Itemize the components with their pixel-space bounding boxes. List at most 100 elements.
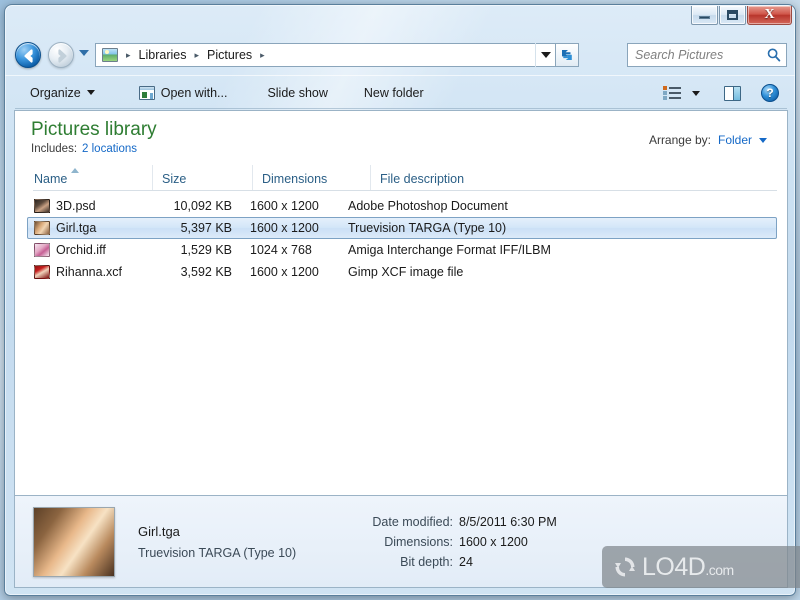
search-input[interactable]: Search Pictures: [635, 48, 766, 62]
file-size: 5,397 KB: [180, 221, 232, 235]
column-header-dimensions[interactable]: Dimensions: [253, 165, 371, 190]
file-description: Adobe Photoshop Document: [348, 199, 508, 213]
search-icon[interactable]: [766, 47, 782, 63]
maximize-button[interactable]: [719, 6, 746, 25]
file-list: 3D.psd 10,092 KB 1600 x 1200 Adobe Photo…: [27, 195, 777, 283]
details-date-modified-value: 8/5/2011 6:30 PM: [459, 514, 557, 529]
file-name: Rihanna.xcf: [56, 265, 123, 279]
chevron-down-icon: [540, 52, 551, 58]
file-description: Truevision TARGA (Type 10): [348, 221, 507, 235]
column-header-file-description-label: File description: [380, 172, 465, 186]
breadcrumb-separator[interactable]: ▸: [255, 50, 270, 60]
breadcrumb-separator: ▸: [126, 49, 131, 60]
close-button[interactable]: X: [747, 6, 792, 25]
refresh-icon: [562, 50, 572, 60]
file-name-cell: 3D.psd: [34, 199, 154, 213]
back-button[interactable]: [15, 42, 41, 68]
column-header-size[interactable]: Size: [153, 165, 253, 190]
details-primary-info: Girl.tga Truevision TARGA (Type 10): [138, 524, 333, 560]
library-header: Pictures library Includes: 2 locations A…: [15, 111, 787, 165]
pictures-library-icon: [102, 48, 118, 62]
command-bar-right-group: ?: [659, 81, 783, 105]
table-row[interactable]: 3D.psd 10,092 KB 1600 x 1200 Adobe Photo…: [27, 195, 777, 217]
slide-show-button[interactable]: Slide show: [258, 81, 336, 105]
details-bit-depth-value: 24: [459, 554, 473, 569]
file-dimensions: 1024 x 768: [250, 243, 312, 257]
maximize-icon: [727, 10, 738, 20]
arrange-by-value[interactable]: Folder: [718, 133, 752, 147]
file-description: Amiga Interchange Format IFF/ILBM: [348, 243, 551, 257]
details-dimensions-row: Dimensions: 1600 x 1200: [341, 535, 557, 549]
new-folder-button[interactable]: New folder: [355, 81, 433, 105]
breadcrumb-separator[interactable]: ▸: [189, 50, 204, 60]
forward-arrow-icon: [58, 49, 67, 63]
details-bit-depth-label: Bit depth:: [400, 554, 453, 569]
details-dimensions-value: 1600 x 1200: [459, 534, 528, 549]
column-header-file-description[interactable]: File description: [371, 165, 777, 190]
file-name-cell: Orchid.iff: [34, 243, 154, 257]
file-size: 3,592 KB: [180, 265, 232, 279]
file-name: Orchid.iff: [56, 243, 106, 257]
preview-thumbnail: [33, 506, 115, 577]
file-thumbnail-icon: [34, 243, 50, 257]
table-row[interactable]: Orchid.iff 1,529 KB 1024 x 768 Amiga Int…: [27, 239, 777, 261]
file-name: 3D.psd: [56, 199, 96, 213]
address-bar[interactable]: ▸ Libraries ▸ Pictures ▸: [95, 43, 555, 67]
preview-pane-button[interactable]: [719, 81, 745, 105]
details-pane: Girl.tga Truevision TARGA (Type 10) Date…: [14, 495, 788, 588]
new-folder-label: New folder: [363, 85, 424, 100]
file-dimensions: 1600 x 1200: [250, 221, 319, 235]
view-mode-button[interactable]: [659, 81, 685, 105]
file-name-cell: Girl.tga: [34, 221, 154, 235]
close-icon: X: [764, 7, 775, 22]
address-dropdown-button[interactable]: [535, 43, 555, 67]
file-dimensions: 1600 x 1200: [250, 265, 319, 279]
minimize-icon: [699, 16, 710, 19]
file-size: 1,529 KB: [180, 243, 232, 257]
help-button[interactable]: ?: [757, 81, 783, 105]
file-name-cell: Rihanna.xcf: [34, 265, 154, 279]
details-file-name: Girl.tga: [138, 523, 180, 539]
refresh-button[interactable]: [555, 43, 579, 67]
file-thumbnail-icon: [34, 199, 50, 213]
details-file-type: Truevision TARGA (Type 10): [138, 545, 297, 560]
view-mode-icon: [663, 86, 681, 100]
file-thumbnail-icon: [34, 265, 50, 279]
column-header-dimensions-label: Dimensions: [262, 172, 328, 186]
table-row[interactable]: Girl.tga 5,397 KB 1600 x 1200 Truevision…: [27, 217, 777, 239]
column-headers: Name Size Dimensions File description: [33, 165, 777, 191]
locations-link[interactable]: 2 locations: [82, 143, 137, 155]
explorer-window: X ▸ Libraries ▸ Pictures ▸ Search Pictur…: [4, 4, 796, 596]
preview-pane-icon: [723, 85, 741, 101]
chevron-down-icon[interactable]: [759, 137, 767, 143]
forward-button[interactable]: [48, 42, 74, 68]
file-dimensions: 1600 x 1200: [250, 199, 319, 213]
recent-pages-dropdown-icon[interactable]: [79, 50, 89, 56]
breadcrumb: ▸ Libraries ▸ Pictures ▸: [100, 47, 535, 63]
chevron-down-icon: [86, 90, 95, 95]
open-with-button[interactable]: Open with...: [130, 81, 237, 105]
organize-button[interactable]: Organize: [21, 81, 104, 105]
command-bar: Organize Open with... Slide show New fol…: [5, 75, 795, 109]
column-header-name-label: Name: [34, 172, 68, 186]
organize-label: Organize: [30, 85, 81, 100]
breadcrumb-item-libraries[interactable]: Libraries: [136, 47, 190, 63]
back-arrow-icon: [24, 49, 33, 63]
details-date-modified-row: Date modified: 8/5/2011 6:30 PM: [341, 514, 557, 529]
view-mode-dropdown-button[interactable]: [687, 81, 705, 105]
search-box[interactable]: Search Pictures: [627, 43, 787, 67]
arrange-by: Arrange by: Folder: [649, 133, 767, 147]
open-with-label: Open with...: [160, 85, 228, 100]
details-date-modified-label: Date modified:: [372, 514, 453, 529]
minimize-button[interactable]: [691, 6, 718, 25]
column-header-name[interactable]: Name: [33, 165, 153, 190]
includes-label: Includes:: [31, 142, 78, 155]
column-header-size-label: Size: [162, 172, 187, 186]
breadcrumb-item-pictures[interactable]: Pictures: [204, 47, 255, 63]
file-size: 10,092 KB: [173, 199, 232, 213]
window-controls: X: [691, 6, 792, 27]
table-row[interactable]: Rihanna.xcf 3,592 KB 1600 x 1200 Gimp XC…: [27, 261, 777, 283]
file-description: Gimp XCF image file: [348, 265, 464, 279]
help-icon: ?: [761, 84, 779, 102]
chevron-down-icon: [692, 90, 700, 96]
